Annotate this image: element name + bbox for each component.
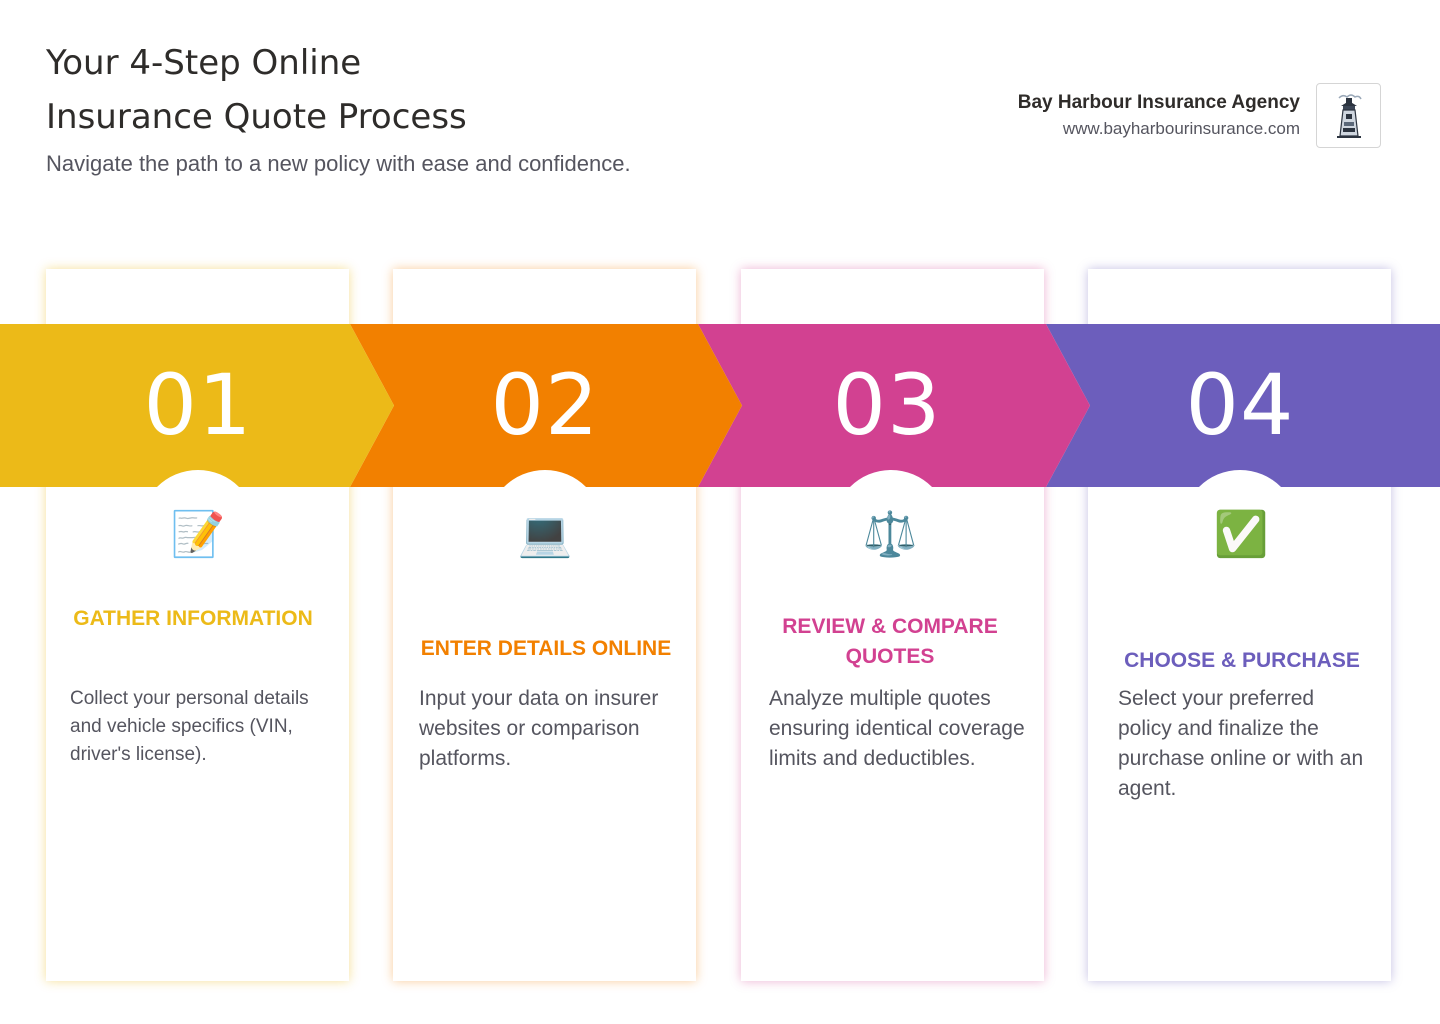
step-description-2: Input your data on insurer websites or c… xyxy=(419,687,659,770)
step-title-2: ENTER DETAILS ONLINE xyxy=(420,637,672,660)
memo-pencil-icon: 📝 xyxy=(170,510,226,559)
balance-scale-icon: ⚖️ xyxy=(862,510,918,559)
step-description-3: Analyze multiple quotes ensuring identic… xyxy=(769,687,1025,770)
page-title: Your 4-Step Online Insurance Quote Proce… xyxy=(46,36,686,144)
brand-name: Bay Harbour Insurance Agency xyxy=(1017,92,1300,113)
step-number-1: 01 xyxy=(143,356,253,454)
page-title-line-1: Your 4-Step Online xyxy=(46,43,362,83)
lighthouse-icon xyxy=(1337,94,1362,138)
page-title-line-2: Insurance Quote Process xyxy=(46,97,467,137)
step-description-4: Select your preferred policy and finaliz… xyxy=(1118,687,1364,800)
step-title-3: REVIEW & COMPARE QUOTES xyxy=(782,615,998,668)
laptop-icon: 💻 xyxy=(517,510,573,559)
brand-logo xyxy=(1316,83,1381,148)
step-number-2: 02 xyxy=(490,356,600,454)
step-description-1: Collect your personal details and vehicl… xyxy=(70,688,309,765)
brand-url[interactable]: www.bayharbourinsurance.com xyxy=(1018,116,1300,142)
step-number-3: 03 xyxy=(832,356,942,454)
step-number-4: 04 xyxy=(1185,356,1295,454)
step-title-1: GATHER INFORMATION xyxy=(73,607,313,630)
brand-block: Bay Harbour Insurance Agency www.bayharb… xyxy=(1018,90,1300,142)
check-mark-icon: ✅ xyxy=(1213,510,1269,559)
step-title-4: CHOOSE & PURCHASE xyxy=(1124,649,1360,672)
page-subtitle: Navigate the path to a new policy with e… xyxy=(46,151,631,176)
